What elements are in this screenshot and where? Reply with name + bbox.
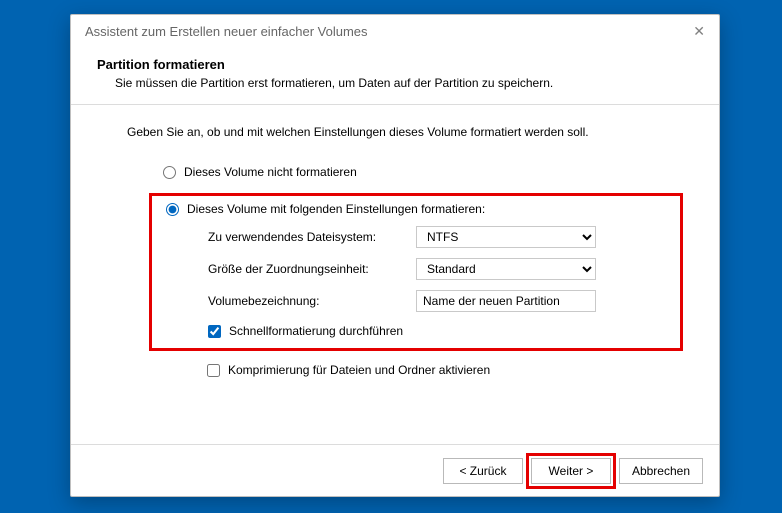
input-volume-label[interactable] — [416, 290, 596, 312]
label-quickformat: Schnellformatierung durchführen — [229, 324, 403, 338]
titlebar: Assistent zum Erstellen neuer einfacher … — [71, 15, 719, 47]
label-volume: Volumebezeichnung: — [208, 294, 408, 308]
page-title: Partition formatieren — [97, 57, 693, 72]
row-compress[interactable]: Komprimierung für Dateien und Ordner akt… — [99, 363, 691, 377]
intro-text: Geben Sie an, ob und mit welchen Einstel… — [99, 125, 691, 139]
select-filesystem[interactable]: NTFS — [416, 226, 596, 248]
select-alloc[interactable]: Standard — [416, 258, 596, 280]
wizard-dialog: Assistent zum Erstellen neuer einfacher … — [70, 14, 720, 497]
window-title: Assistent zum Erstellen neuer einfacher … — [85, 24, 368, 39]
radio-noformat[interactable] — [163, 166, 176, 179]
radio-format-label: Dieses Volume mit folgenden Einstellunge… — [187, 202, 485, 216]
back-button[interactable]: < Zurück — [443, 458, 523, 484]
close-icon[interactable]: ✕ — [689, 19, 709, 44]
radio-format[interactable] — [166, 203, 179, 216]
label-compress: Komprimierung für Dateien und Ordner akt… — [228, 363, 490, 377]
row-filesystem: Zu verwendendes Dateisystem: NTFS — [164, 226, 668, 248]
row-volume-label: Volumebezeichnung: — [164, 290, 668, 312]
page-subtitle: Sie müssen die Partition erst formatiere… — [97, 76, 693, 90]
radio-noformat-label: Dieses Volume nicht formatieren — [184, 165, 357, 179]
label-alloc: Größe der Zuordnungseinheit: — [208, 262, 408, 276]
row-quickformat[interactable]: Schnellformatierung durchführen — [164, 324, 668, 338]
checkbox-quickformat[interactable] — [208, 325, 221, 338]
checkbox-compress[interactable] — [207, 364, 220, 377]
dialog-header: Partition formatieren Sie müssen die Par… — [71, 47, 719, 104]
dialog-footer: < Zurück Weiter > Abbrechen — [71, 444, 719, 496]
radio-noformat-row[interactable]: Dieses Volume nicht formatieren — [99, 165, 691, 179]
next-button[interactable]: Weiter > — [531, 458, 611, 484]
label-filesystem: Zu verwendendes Dateisystem: — [208, 230, 408, 244]
dialog-content: Geben Sie an, ob und mit welchen Einstel… — [71, 105, 719, 444]
format-options-box: Dieses Volume mit folgenden Einstellunge… — [149, 193, 683, 351]
radio-format-row[interactable]: Dieses Volume mit folgenden Einstellunge… — [164, 202, 668, 216]
row-alloc: Größe der Zuordnungseinheit: Standard — [164, 258, 668, 280]
cancel-button[interactable]: Abbrechen — [619, 458, 703, 484]
